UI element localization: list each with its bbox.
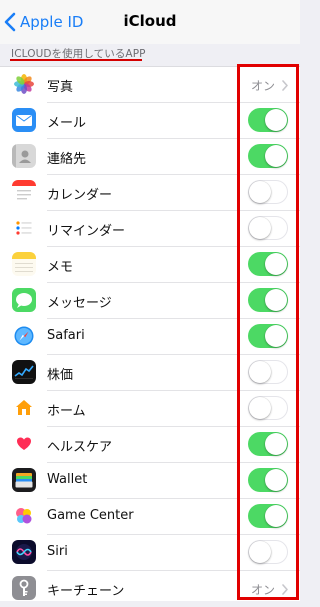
list-item-label: Safari [47, 328, 85, 343]
list-item: リマインダー [0, 211, 300, 247]
list-item-label: メッセージ [47, 296, 112, 311]
section-header-underline [10, 59, 142, 61]
toggle-switch[interactable] [248, 360, 288, 384]
toggle-knob [265, 289, 287, 311]
list-item: Siri [0, 535, 300, 571]
list-item-label: メモ [47, 260, 74, 275]
list-item: カレンダー [0, 175, 300, 211]
toggle-switch[interactable] [248, 504, 288, 528]
toggle-knob [265, 469, 287, 491]
toggle-knob [249, 180, 271, 203]
detail-value[interactable]: オン [251, 77, 288, 94]
photos-icon [12, 72, 36, 96]
toggle-switch[interactable] [248, 180, 288, 204]
toggle-knob [265, 433, 287, 455]
detail-value-text: オン [250, 583, 275, 597]
messages-icon [12, 288, 36, 312]
toggle-knob [265, 145, 287, 167]
game-center-icon [12, 504, 36, 528]
toggle-switch[interactable] [248, 540, 288, 564]
toggle-switch[interactable] [248, 432, 288, 456]
toggle-switch[interactable] [248, 216, 288, 240]
wallet-icon [12, 468, 36, 492]
toggle-switch[interactable] [248, 468, 288, 492]
toggle-switch[interactable] [248, 108, 288, 132]
chevron-right-icon [282, 584, 288, 595]
list-item-label: 写真 [47, 80, 74, 95]
toggle-switch[interactable] [248, 288, 288, 312]
notes-icon [12, 252, 36, 276]
list-item-label: ホーム [47, 404, 86, 419]
list-item-label: 連絡先 [47, 152, 87, 167]
navigation-bar: Apple ID iCloud [0, 0, 300, 44]
toggle-switch[interactable] [248, 144, 288, 168]
safari-icon [12, 324, 36, 348]
list-item: メール [0, 103, 300, 139]
siri-icon [12, 540, 36, 564]
toggle-switch[interactable] [248, 324, 288, 348]
toggle-switch[interactable] [248, 396, 288, 420]
list-item-label: Siri [47, 544, 68, 559]
stocks-icon [12, 360, 36, 384]
list-item: メッセージ [0, 283, 300, 319]
toggle-knob [265, 253, 287, 275]
list-item: メモ [0, 247, 300, 283]
list-item: Game Center [0, 499, 300, 535]
health-icon [12, 432, 36, 456]
toggle-knob [249, 216, 271, 239]
toggle-knob [249, 540, 271, 563]
list-item: ホーム [0, 391, 300, 427]
list-item: Safari [0, 319, 300, 355]
chevron-right-icon [282, 80, 288, 91]
detail-value-text: オン [250, 79, 275, 93]
detail-value[interactable]: オン [251, 581, 288, 598]
toggle-knob [265, 505, 287, 527]
list-item-label: メール [47, 116, 87, 131]
list-item-label: Wallet [47, 472, 88, 487]
list-item: 株価 [0, 355, 300, 391]
calendar-icon [12, 180, 36, 204]
toggle-knob [249, 396, 271, 419]
list-item-label: リマインダー [47, 224, 126, 239]
toggle-switch[interactable] [248, 252, 288, 276]
list-item-label: Game Center [47, 508, 134, 523]
list-item: Wallet [0, 463, 300, 499]
page-title: iCloud [123, 12, 177, 30]
toggle-knob [265, 325, 287, 347]
list-item-label: キーチェーン [47, 584, 125, 599]
list-item-label: 株価 [47, 368, 74, 383]
contacts-icon [12, 144, 36, 168]
list-item: 連絡先 [0, 139, 300, 175]
list-item: ヘルスケア [0, 427, 300, 463]
list-item-label: ヘルスケア [47, 440, 113, 455]
toggle-knob [249, 360, 271, 383]
reminders-icon [12, 216, 36, 240]
list-item-label: カレンダー [47, 188, 113, 203]
mail-icon [12, 108, 36, 132]
keychain-icon [12, 576, 36, 600]
list-item[interactable]: キーチェーン オン [0, 571, 300, 607]
list-item[interactable]: 写真 オン [0, 67, 300, 103]
home-icon [12, 396, 36, 420]
toggle-knob [265, 109, 287, 131]
app-list: 写真 オン メール 連絡先 カレンダー リマインダー メモ メッセージ Safar… [0, 66, 300, 601]
